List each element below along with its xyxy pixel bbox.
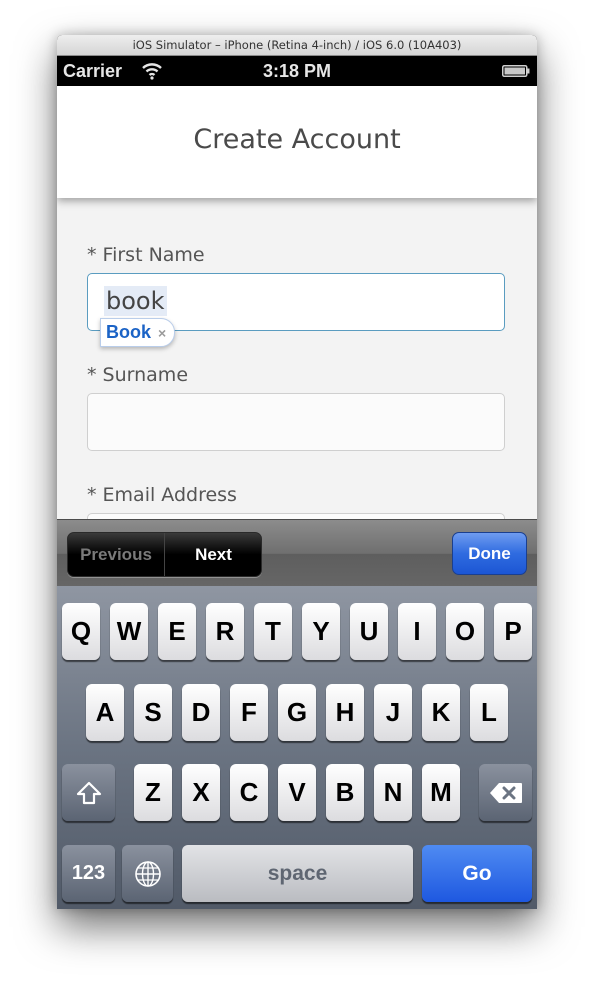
key-a[interactable]: A [86,684,124,741]
key-q[interactable]: Q [62,603,100,660]
key-f[interactable]: F [230,684,268,741]
status-bar: Carrier 3:18 PM [57,56,537,86]
go-key[interactable]: Go [422,845,532,902]
status-time: 3:18 PM [262,61,332,81]
key-n[interactable]: N [374,764,412,821]
email-label: * Email Address [87,484,237,506]
key-l[interactable]: L [470,684,508,741]
key-u[interactable]: U [350,603,388,660]
key-h[interactable]: H [326,684,364,741]
battery-full-icon [502,65,530,77]
app-screen: Create Account * First Name book Book × … [57,86,537,909]
key-y[interactable]: Y [302,603,340,660]
surname-label: * Surname [87,364,189,386]
shift-key[interactable] [62,764,115,821]
first-name-label: * First Name [87,244,205,266]
key-s[interactable]: S [134,684,172,741]
close-icon[interactable]: × [158,325,166,341]
key-t[interactable]: T [254,603,292,660]
keyboard: 123 space Go QWERTYUIOP ASDFGHJKL ZXCVBNM [57,586,537,909]
key-i[interactable]: I [398,603,436,660]
key-k[interactable]: K [422,684,460,741]
simulator-title: iOS Simulator – iPhone (Retina 4-inch) /… [132,38,462,52]
page-title: Create Account [193,124,401,155]
space-key[interactable]: space [182,845,413,902]
key-b[interactable]: B [326,764,364,821]
key-x[interactable]: X [182,764,220,821]
key-d[interactable]: D [182,684,220,741]
nav-bar: Create Account [57,86,537,198]
globe-icon [134,860,161,887]
surname-field[interactable] [87,393,505,451]
key-v[interactable]: V [278,764,316,821]
keyboard-accessory-bar: Previous Next Done [57,519,537,587]
key-p[interactable]: P [494,603,532,660]
backspace-key[interactable] [479,764,532,821]
autocorrect-bubble[interactable]: Book × [100,318,176,347]
simulator-title-bar: iOS Simulator – iPhone (Retina 4-inch) /… [57,35,537,56]
key-o[interactable]: O [446,603,484,660]
key-c[interactable]: C [230,764,268,821]
backspace-icon [489,782,522,803]
key-w[interactable]: W [110,603,148,660]
simulator-window: iOS Simulator – iPhone (Retina 4-inch) /… [57,35,537,909]
next-button[interactable]: Next [165,533,261,576]
key-r[interactable]: R [206,603,244,660]
prev-next-control: Previous Next [67,532,262,577]
key-m[interactable]: M [422,764,460,821]
shift-icon [76,781,101,804]
key-j[interactable]: J [374,684,412,741]
first-name-value: book [104,286,167,316]
key-e[interactable]: E [158,603,196,660]
done-button[interactable]: Done [452,532,527,575]
previous-button[interactable]: Previous [68,533,165,576]
globe-key[interactable] [122,845,173,902]
numbers-key[interactable]: 123 [62,845,115,902]
key-z[interactable]: Z [134,764,172,821]
autocorrect-suggestion[interactable]: Book [106,322,151,343]
key-g[interactable]: G [278,684,316,741]
